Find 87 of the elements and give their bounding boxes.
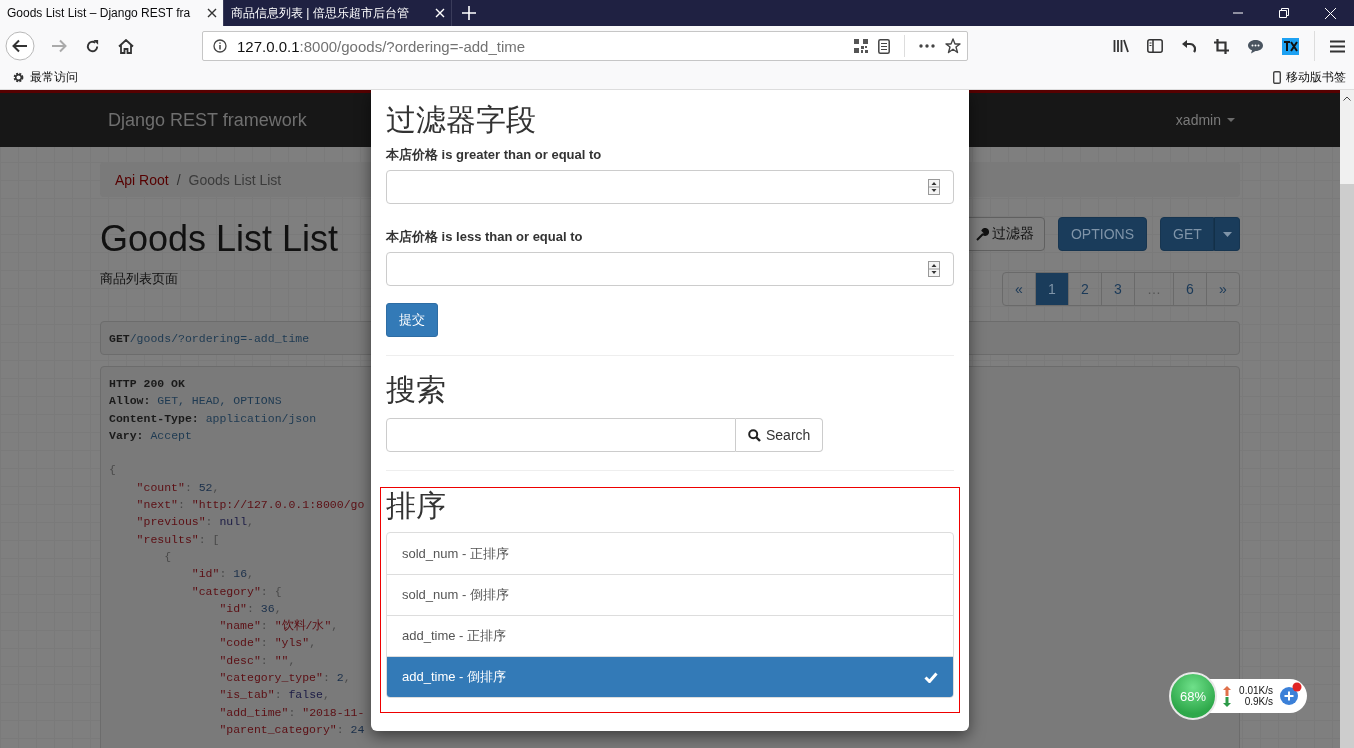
page-link[interactable]: 3 — [1101, 273, 1134, 305]
code-line: "parent_category": 24 — [219, 722, 365, 736]
browser-tab[interactable]: Goods List List – Django REST fra — [0, 0, 224, 26]
chat-bubble-icon[interactable] — [1247, 38, 1264, 54]
home-icon[interactable] — [118, 38, 134, 54]
response-header: Content-Type: application/json — [109, 411, 317, 425]
new-tab-icon[interactable] — [462, 6, 476, 20]
address-bar[interactable]: 127.0.0.1:8000/goods/?ordering=-add_time — [202, 31, 968, 61]
more-icon[interactable] — [919, 44, 935, 48]
extension-icon[interactable] — [1282, 37, 1299, 55]
star-icon[interactable] — [945, 38, 961, 54]
code-line: "is_tab": false, — [219, 688, 330, 702]
close-icon[interactable] — [207, 8, 217, 18]
url-text: 127.0.0.1:8000/goods/?ordering=-add_time — [237, 37, 526, 55]
library-icon[interactable] — [1113, 39, 1129, 53]
download-speed: 0.9K/s — [1244, 696, 1273, 707]
page-link[interactable]: 6 — [1173, 273, 1206, 305]
code-line: "desc": "", — [219, 653, 296, 667]
spinner-icon[interactable] — [928, 179, 940, 195]
section-heading: 搜索 — [386, 372, 447, 408]
page-link[interactable]: 2 — [1068, 273, 1101, 305]
download-arrow-icon — [1223, 696, 1231, 707]
code-line: "category_type": 2, — [219, 671, 351, 685]
options-button[interactable]: OPTIONS — [1058, 217, 1147, 251]
page-link[interactable]: 1 — [1035, 273, 1068, 305]
restore-icon[interactable] — [1279, 8, 1289, 18]
number-field[interactable] — [386, 170, 954, 204]
scrollbar[interactable] — [1340, 90, 1354, 748]
undo-arrow-icon[interactable] — [1181, 39, 1196, 53]
back-icon[interactable] — [5, 31, 35, 61]
upload-arrow-icon — [1223, 685, 1231, 696]
page-link[interactable]: » — [1206, 273, 1239, 305]
submit-button[interactable]: 提交 — [386, 303, 438, 337]
field-label: 本店价格 is greater than or equal to — [386, 146, 603, 164]
caret-icon — [1222, 231, 1232, 237]
code-line: "id": 36, — [219, 601, 282, 615]
page-title: Goods List List — [100, 218, 339, 260]
spinner-icon[interactable] — [928, 261, 940, 277]
breadcrumb-link[interactable]: Api Root — [115, 171, 169, 188]
mobile-bookmarks[interactable]: 移动版书签 — [1273, 69, 1346, 86]
menu-icon[interactable] — [1330, 39, 1345, 53]
breadcrumb-separator: / — [175, 171, 182, 188]
ordering-option[interactable]: sold_num - 正排序 — [387, 533, 953, 574]
reload-icon[interactable] — [85, 38, 100, 54]
code-line: "count": 52, — [136, 480, 220, 494]
search-icon — [748, 428, 761, 442]
bookmark-folder[interactable]: 最常访问 — [12, 69, 78, 86]
sidebar-icon[interactable] — [1147, 39, 1163, 53]
scroll-up-icon[interactable] — [1343, 96, 1351, 101]
plus-icon[interactable] — [1279, 682, 1303, 706]
user-menu[interactable]: xadmin — [1175, 112, 1240, 128]
crop-icon[interactable] — [1214, 38, 1229, 54]
phone-icon — [1273, 71, 1281, 84]
page-link[interactable]: « — [1003, 273, 1035, 305]
code-line: "add_time": "2018-11- — [219, 705, 365, 719]
code-line: "name": "饮料/水", — [219, 619, 339, 633]
search-button[interactable]: Search — [736, 418, 824, 452]
response-header: Allow: GET, HEAD, OPTIONS — [109, 394, 282, 408]
dropdown-toggle[interactable] — [1214, 217, 1240, 251]
code-line: "next": "http://127.0.0.1:8000/go — [136, 498, 365, 512]
checkmark-icon — [924, 671, 938, 683]
section-heading: 排序 — [386, 488, 447, 524]
brand-link[interactable]: Django REST framework — [100, 109, 307, 131]
search-field[interactable] — [386, 418, 736, 452]
number-field[interactable] — [386, 252, 954, 286]
reader-view-icon[interactable] — [878, 38, 890, 54]
code-line: { — [164, 549, 172, 563]
page-description: 商品列表页面 — [100, 270, 179, 288]
get-button[interactable]: GET — [1160, 217, 1214, 251]
code-line: "previous": null, — [136, 515, 254, 529]
code-line: "category": { — [191, 584, 282, 598]
ordering-option[interactable]: add_time - 倒排序 — [387, 656, 953, 697]
upload-speed: 0.01K/s — [1239, 685, 1273, 696]
caret-icon — [1227, 118, 1235, 122]
code-line: "code": "yls", — [219, 636, 317, 650]
ordering-option[interactable]: sold_num - 倒排序 — [387, 574, 953, 615]
field-label: 本店价格 is less than or equal to — [386, 228, 584, 246]
code-line: "id": 16, — [191, 567, 254, 581]
section-heading: 过滤器字段 — [386, 102, 537, 138]
qr-code-icon[interactable] — [854, 39, 868, 53]
response-header: Vary: Accept — [109, 428, 192, 442]
code-line: "results": [ — [136, 532, 220, 546]
info-icon[interactable] — [213, 39, 227, 53]
status-line: HTTP 200 OK — [109, 377, 185, 390]
code-line: { — [109, 463, 116, 477]
gear-icon — [12, 71, 25, 84]
breadcrumb-current: Goods List List — [188, 171, 282, 188]
